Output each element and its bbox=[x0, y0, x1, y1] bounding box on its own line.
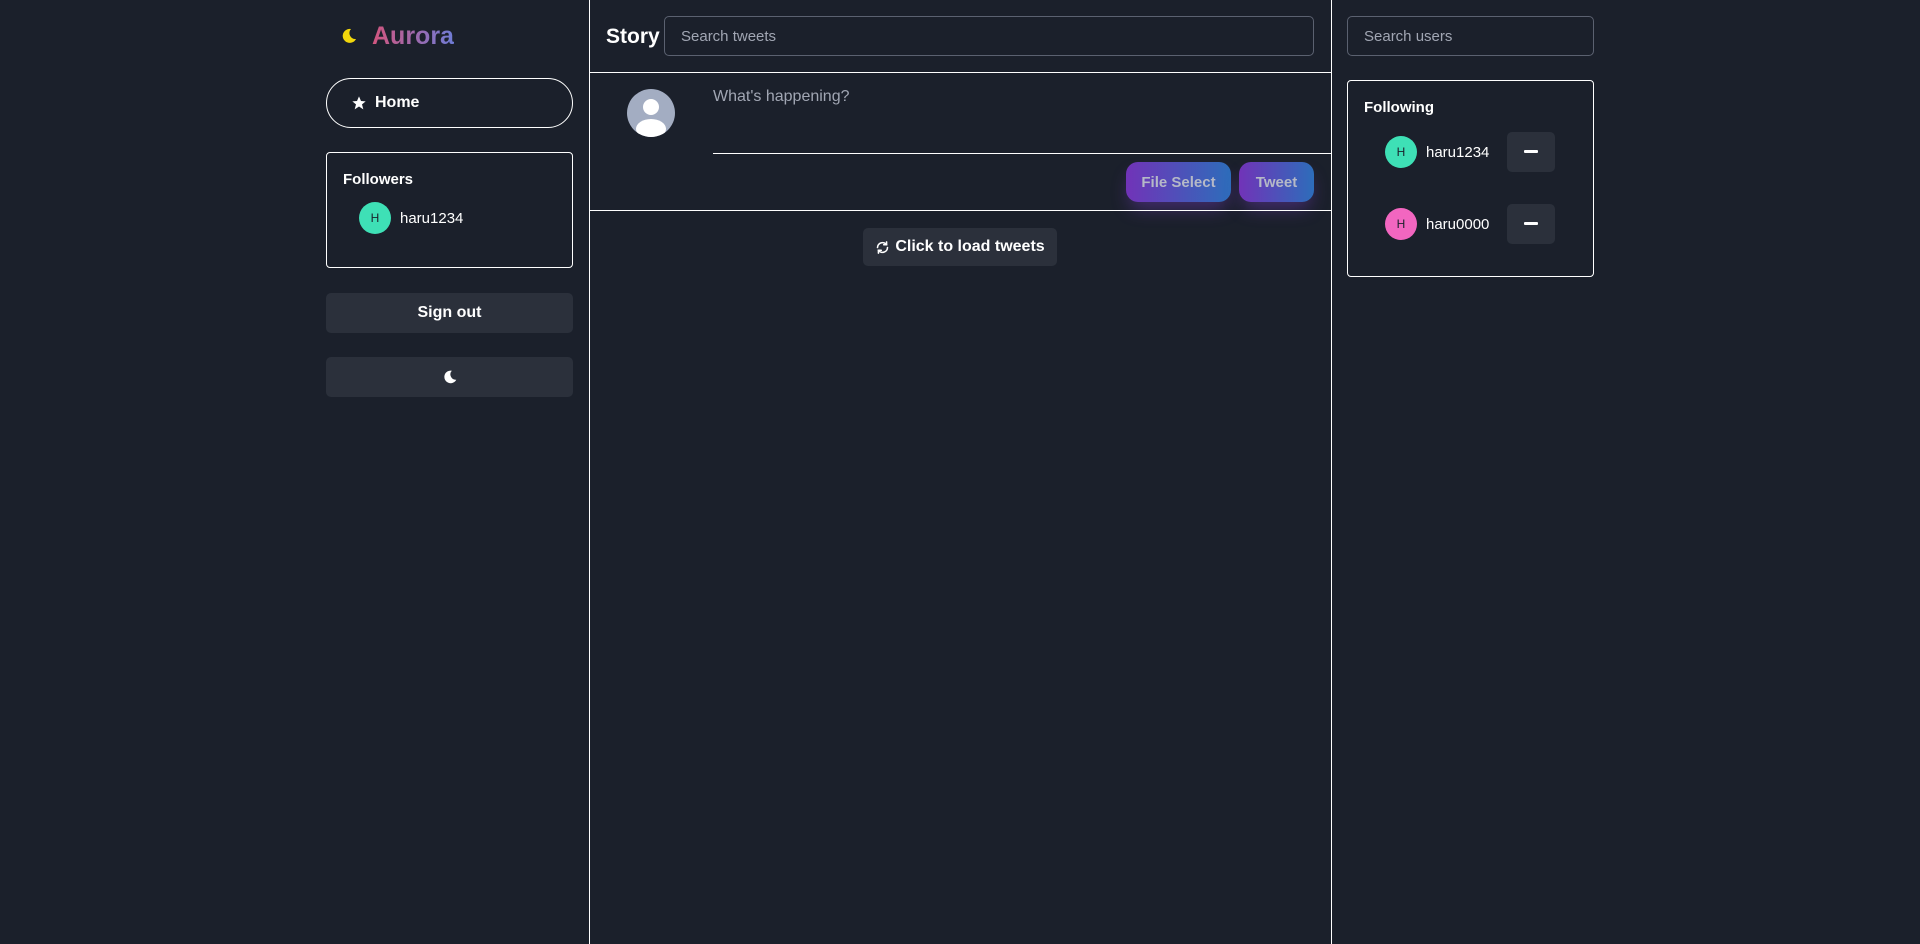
following-title: Following bbox=[1364, 99, 1434, 116]
star-icon bbox=[352, 96, 366, 110]
tweet-composer-input[interactable] bbox=[713, 88, 1331, 154]
moon-icon bbox=[443, 370, 456, 384]
divider bbox=[590, 210, 1331, 211]
unfollow-button[interactable] bbox=[1507, 204, 1555, 244]
following-username: haru0000 bbox=[1426, 215, 1490, 233]
minus-icon bbox=[1524, 150, 1538, 153]
tweet-button[interactable]: Tweet bbox=[1239, 162, 1314, 202]
divider bbox=[590, 72, 1331, 73]
avatar: H bbox=[1385, 208, 1417, 240]
following-item[interactable]: H haru1234 bbox=[1385, 136, 1489, 168]
sign-out-button[interactable]: Sign out bbox=[326, 293, 573, 333]
tweet-search-input[interactable] bbox=[664, 16, 1314, 56]
refresh-icon bbox=[877, 240, 889, 254]
load-tweets-button[interactable]: Click to load tweets bbox=[863, 228, 1057, 266]
following-item[interactable]: H haru0000 bbox=[1385, 208, 1489, 240]
page-title: Story bbox=[606, 25, 660, 48]
moon-icon bbox=[342, 28, 356, 43]
followers-card: Followers H haru1234 bbox=[326, 152, 573, 268]
avatar: H bbox=[359, 202, 391, 234]
home-label: Home bbox=[375, 94, 420, 111]
following-username: haru1234 bbox=[1426, 143, 1490, 161]
follower-username: haru1234 bbox=[400, 209, 464, 227]
app-logo[interactable]: Aurora bbox=[339, 20, 454, 52]
followers-title: Followers bbox=[343, 171, 414, 188]
avatar: H bbox=[1385, 136, 1417, 168]
follower-item[interactable]: H haru1234 bbox=[359, 202, 556, 234]
user-search-input[interactable] bbox=[1347, 16, 1594, 56]
home-nav-button[interactable]: Home bbox=[326, 78, 573, 128]
following-card: Following H haru1234 H haru0000 bbox=[1347, 80, 1594, 277]
unfollow-button[interactable] bbox=[1507, 132, 1555, 172]
app-name: Aurora bbox=[372, 21, 454, 50]
minus-icon bbox=[1524, 222, 1538, 225]
user-silhouette-icon bbox=[627, 89, 675, 137]
load-tweets-label: Click to load tweets bbox=[895, 238, 1045, 255]
theme-toggle-button[interactable] bbox=[326, 357, 573, 397]
file-select-button[interactable]: File Select bbox=[1126, 162, 1231, 202]
